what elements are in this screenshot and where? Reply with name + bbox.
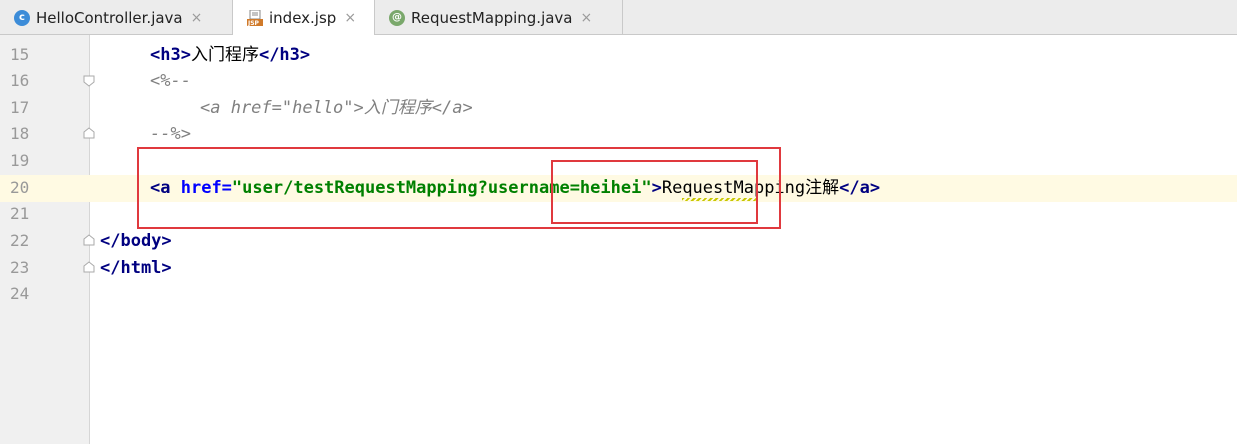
close-icon[interactable]: × xyxy=(191,10,203,26)
line-number: 19 xyxy=(10,151,30,170)
annotation-box-query xyxy=(551,160,758,224)
anchor-close-tag: </a> xyxy=(839,178,881,198)
h3-open-tag: <h3> xyxy=(150,45,191,65)
line-number: 23 xyxy=(10,258,30,277)
comment-anchor-text: 入门程序 xyxy=(363,98,432,118)
close-icon[interactable]: × xyxy=(344,10,356,26)
code-line-23: </html> xyxy=(100,255,172,281)
line-number: 21 xyxy=(10,204,30,223)
h3-text: 入门程序 xyxy=(190,45,259,65)
jsp-file-icon: JSP xyxy=(247,9,263,27)
html-close-tag: </html> xyxy=(100,258,172,278)
line-number: 15 xyxy=(10,45,30,64)
comment-anchor-open: <a href="hello"> xyxy=(200,98,364,118)
code-line-22: </body> xyxy=(100,228,172,254)
code-line-18: --%> xyxy=(150,124,191,144)
code-line-17: <a href="hello">入门程序</a> xyxy=(200,95,473,121)
tab-label: index.jsp xyxy=(269,9,337,27)
tab-hellocontroller[interactable]: c HelloController.java × xyxy=(0,0,233,35)
tab-label: HelloController.java xyxy=(36,8,183,27)
tab-label: RequestMapping.java xyxy=(411,8,573,27)
line-number: 22 xyxy=(10,231,30,250)
line-number: 24 xyxy=(10,284,30,303)
comment-anchor-close: </a> xyxy=(431,98,473,118)
fold-end-icon[interactable] xyxy=(83,127,95,139)
svg-text:JSP: JSP xyxy=(247,20,260,26)
fold-end-icon[interactable] xyxy=(83,261,95,273)
annotation-icon: @ xyxy=(389,9,405,26)
close-icon[interactable]: × xyxy=(581,10,593,26)
h3-close-tag: </h3> xyxy=(258,45,311,65)
code-line-15: <h3>入门程序</h3> xyxy=(150,42,310,68)
java-class-icon: c xyxy=(14,9,30,26)
fold-end-icon[interactable] xyxy=(83,234,95,246)
tab-index-jsp[interactable]: JSP index.jsp × xyxy=(233,0,375,36)
line-number: 20 xyxy=(10,178,30,197)
body-close-tag: </body> xyxy=(100,231,172,251)
code-line-16: <%-- xyxy=(150,71,191,91)
line-number: 17 xyxy=(10,98,30,117)
tab-requestmapping[interactable]: @ RequestMapping.java × xyxy=(375,0,623,35)
line-number: 18 xyxy=(10,124,30,143)
fold-start-icon[interactable] xyxy=(83,75,95,87)
editor-tab-bar: c HelloController.java × JSP index.jsp ×… xyxy=(0,0,1237,36)
line-number: 16 xyxy=(10,71,30,90)
